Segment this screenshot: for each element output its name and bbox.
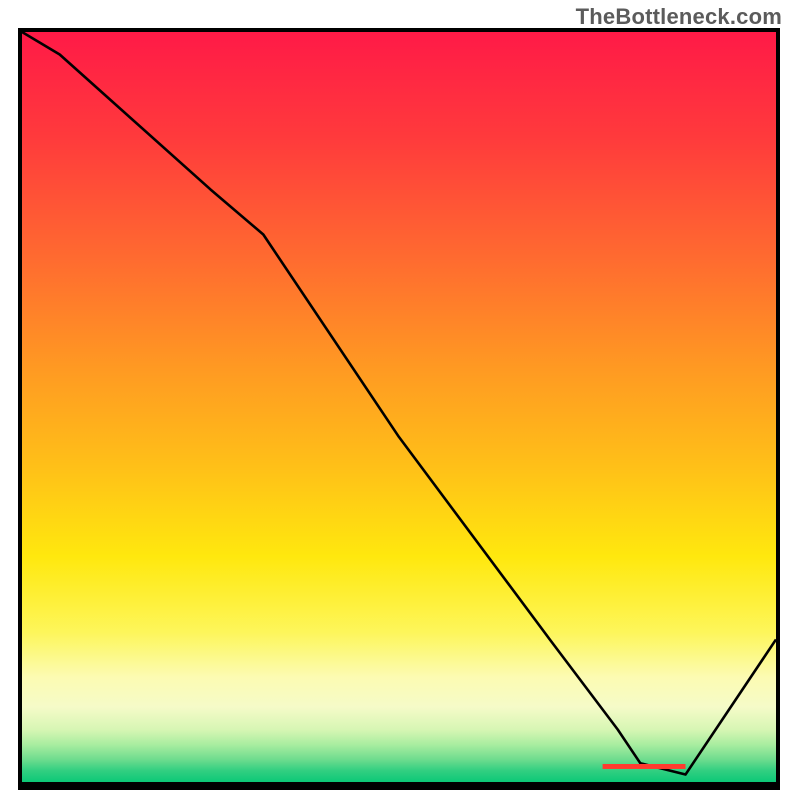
optimal-region-marker — [603, 764, 686, 769]
chart-plot-area — [18, 28, 780, 790]
bottleneck-curve-line — [22, 32, 776, 775]
attribution-text: TheBottleneck.com — [576, 4, 782, 30]
chart-curve-svg — [22, 32, 776, 782]
